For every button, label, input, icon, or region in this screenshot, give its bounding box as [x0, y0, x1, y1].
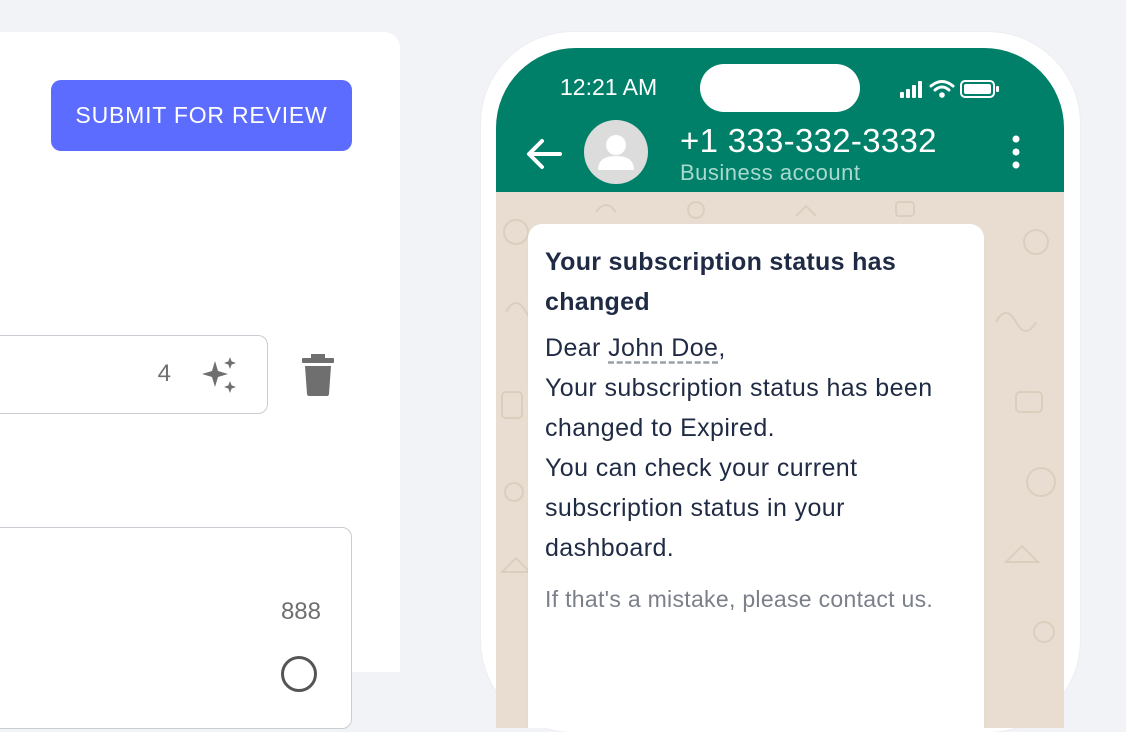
- phone-preview: 12:21 AM +1 333-332-3332 Business accoun…: [481, 32, 1080, 732]
- message-line-1: Your subscription status has been change…: [545, 374, 933, 442]
- body-char-count: 888: [280, 598, 321, 625]
- dynamic-island: [700, 64, 860, 112]
- sparkles-icon[interactable]: [199, 355, 239, 395]
- message-greeting-prefix: Dear: [545, 334, 609, 362]
- chat-header: 12:21 AM +1 333-332-3332 Business accoun…: [496, 48, 1064, 192]
- submit-for-review-button[interactable]: SUBMIT FOR REVIEW: [51, 80, 352, 151]
- phone-screen: 12:21 AM +1 333-332-3332 Business accoun…: [496, 48, 1064, 728]
- contact-subtitle: Business account: [680, 160, 861, 185]
- status-bar-time: 12:21 AM: [560, 74, 658, 100]
- message-title: Your subscription status has changed: [545, 248, 897, 316]
- message-greeting-suffix: ,: [718, 334, 726, 362]
- cellular-signal-icon: [900, 81, 922, 98]
- back-arrow-icon[interactable]: [524, 134, 564, 174]
- status-bar-icons: [900, 80, 999, 98]
- template-editor-panel: SUBMIT FOR REVIEW 4 888: [0, 32, 400, 729]
- message-bubble: Your subscription status has changed Dea…: [528, 224, 984, 728]
- variable-char-count: 4: [157, 360, 171, 387]
- message-footer: If that's a mistake, please contact us.: [545, 586, 934, 612]
- avatar-icon[interactable]: [584, 120, 648, 184]
- contact-name[interactable]: +1 333-332-3332: [680, 122, 937, 160]
- more-vertical-icon[interactable]: [1004, 134, 1028, 170]
- message-body: Dear John Doe, Your subscription status …: [545, 328, 965, 568]
- message-line-2: You can check your current subscription …: [545, 454, 858, 562]
- message-body-field[interactable]: 888: [0, 527, 352, 729]
- wifi-icon: [929, 80, 955, 98]
- message-variable-name: John Doe: [608, 334, 719, 362]
- emoji-icon[interactable]: [281, 656, 317, 692]
- battery-icon: [960, 80, 999, 98]
- trash-icon[interactable]: [300, 354, 336, 396]
- variable-input-field[interactable]: 4: [0, 335, 268, 414]
